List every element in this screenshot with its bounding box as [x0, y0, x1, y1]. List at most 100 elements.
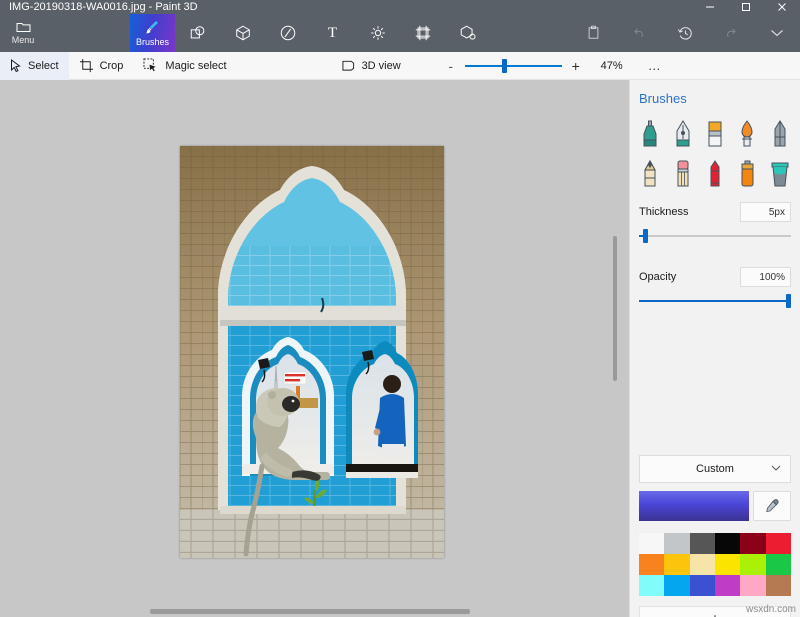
eyedropper-button[interactable]: [753, 491, 791, 521]
redo-icon: [723, 25, 739, 41]
tool-options-bar: Select Crop Magic select 3D view -: [0, 52, 800, 80]
image-canvas[interactable]: [180, 146, 444, 558]
brush-crayon[interactable]: [699, 154, 731, 194]
color-palette: [639, 533, 791, 596]
thickness-slider-thumb[interactable]: [643, 229, 648, 243]
more-options-button[interactable]: …: [642, 58, 668, 73]
color-swatch-10[interactable]: [740, 554, 765, 575]
window-title: IMG-20190318-WA0016.jpg - Paint 3D: [9, 1, 198, 14]
minimize-button[interactable]: [692, 0, 728, 14]
brush-fill-bucket[interactable]: [764, 154, 796, 194]
ribbon-tools: Brushes T: [130, 14, 490, 52]
select-tool-label: Select: [28, 60, 59, 72]
tab-3d-library[interactable]: [445, 14, 490, 52]
color-swatch-8[interactable]: [690, 554, 715, 575]
crop-tool-label: Crop: [100, 60, 124, 72]
brush-calligraphy-pen[interactable]: [666, 114, 698, 154]
undo-button[interactable]: [616, 14, 662, 52]
color-swatch-11[interactable]: [766, 554, 791, 575]
3d-view-icon: [341, 59, 356, 72]
color-section: Custom +: [630, 455, 800, 617]
color-swatch-14[interactable]: [690, 575, 715, 596]
close-button[interactable]: [764, 0, 800, 14]
crop-icon: [79, 58, 94, 73]
color-swatch-6[interactable]: [639, 554, 664, 575]
brushes-panel: Brushes: [629, 80, 800, 617]
zoom-percentage[interactable]: 47%: [590, 60, 634, 72]
color-swatch-17[interactable]: [766, 575, 791, 596]
color-swatch-4[interactable]: [740, 533, 765, 554]
brush-spray-can[interactable]: [731, 154, 763, 194]
add-color-label: +: [711, 611, 720, 617]
chevron-down-icon: [770, 28, 784, 38]
window-controls: [692, 0, 800, 14]
brush-watercolor[interactable]: [731, 114, 763, 154]
color-swatch-0[interactable]: [639, 533, 664, 554]
tab-canvas[interactable]: [400, 14, 445, 52]
calligraphy-pen-icon: [673, 119, 693, 149]
zoom-slider-thumb[interactable]: [502, 59, 507, 73]
color-swatch-2[interactable]: [690, 533, 715, 554]
color-swatch-9[interactable]: [715, 554, 740, 575]
crayon-icon: [705, 159, 725, 189]
canvas-horizontal-scrollbar[interactable]: [0, 605, 629, 617]
opacity-slider[interactable]: [639, 294, 791, 308]
crop-tool-button[interactable]: Crop: [69, 52, 134, 80]
workspace: Brushes: [0, 80, 800, 617]
color-swatch-1[interactable]: [664, 533, 689, 554]
canvas-artwork: [180, 146, 444, 558]
brush-eraser[interactable]: [666, 154, 698, 194]
maximize-button[interactable]: [728, 0, 764, 14]
brush-pencil[interactable]: [634, 154, 666, 194]
color-swatch-15[interactable]: [715, 575, 740, 596]
brush-pixel-pen[interactable]: [764, 114, 796, 154]
canvas-vertical-scrollbar[interactable]: [609, 80, 621, 617]
expand-ribbon-button[interactable]: [754, 14, 800, 52]
tab-effects[interactable]: [355, 14, 400, 52]
thickness-slider[interactable]: [639, 229, 791, 243]
opacity-slider-thumb[interactable]: [786, 294, 791, 308]
magic-select-icon: [143, 58, 159, 73]
menu-button[interactable]: Menu: [0, 14, 46, 52]
tab-2d-shapes[interactable]: [175, 14, 220, 52]
color-swatch-16[interactable]: [740, 575, 765, 596]
color-swatch-5[interactable]: [766, 533, 791, 554]
tab-brushes-label: Brushes: [136, 37, 169, 47]
canvas-horizontal-scrollbar-thumb[interactable]: [150, 609, 470, 614]
zoom-out-button[interactable]: -: [445, 58, 457, 74]
color-swatch-12[interactable]: [639, 575, 664, 596]
zoom-slider[interactable]: [465, 59, 562, 73]
paint3d-window: IMG-20190318-WA0016.jpg - Paint 3D Menu: [0, 0, 800, 617]
current-color-row: [639, 491, 791, 521]
view-3d-label: 3D view: [362, 60, 401, 72]
opacity-value[interactable]: 100%: [740, 267, 791, 287]
color-swatch-7[interactable]: [664, 554, 689, 575]
redo-button[interactable]: [708, 14, 754, 52]
brush-marker[interactable]: [634, 114, 666, 154]
history-button[interactable]: [662, 14, 708, 52]
magic-select-label: Magic select: [165, 60, 226, 72]
zoom-in-button[interactable]: +: [570, 58, 582, 74]
tab-stickers[interactable]: [265, 14, 310, 52]
color-swatch-3[interactable]: [715, 533, 740, 554]
tab-brushes[interactable]: Brushes: [130, 14, 175, 52]
color-swatch-13[interactable]: [664, 575, 689, 596]
thickness-value[interactable]: 5px: [740, 202, 791, 222]
magic-select-button[interactable]: Magic select: [133, 52, 236, 80]
eraser-icon: [673, 159, 693, 189]
main-ribbon: Menu Brushes: [0, 14, 800, 52]
view-3d-button[interactable]: 3D view: [331, 52, 411, 80]
paste-button[interactable]: [570, 14, 616, 52]
brush-oil[interactable]: [699, 114, 731, 154]
canvas-vertical-scrollbar-thumb[interactable]: [613, 236, 617, 381]
tab-text[interactable]: T: [310, 14, 355, 52]
current-color-swatch[interactable]: [639, 491, 749, 521]
select-tool-button[interactable]: Select: [0, 52, 69, 80]
canvas-area[interactable]: [0, 80, 629, 617]
color-mode-dropdown[interactable]: Custom: [639, 455, 791, 483]
tab-3d-shapes[interactable]: [220, 14, 265, 52]
watermark: wsxdn.com: [746, 604, 796, 615]
cursor-icon: [10, 59, 22, 73]
thickness-row: Thickness 5px: [630, 202, 800, 222]
marker-brush-icon: [640, 119, 660, 149]
